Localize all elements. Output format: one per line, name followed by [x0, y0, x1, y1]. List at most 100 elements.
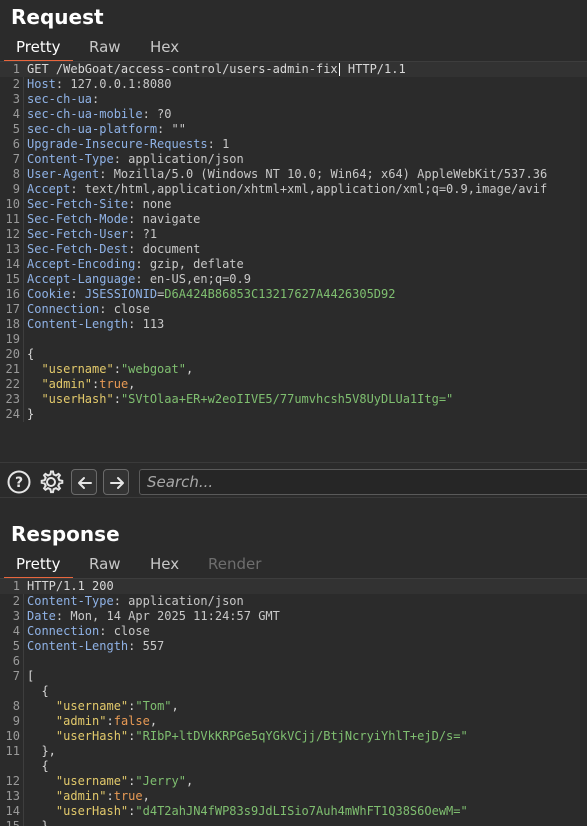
code-token: ,	[128, 377, 136, 391]
code-line[interactable]: 24}	[0, 407, 587, 422]
request-editor[interactable]: 1 GET /WebGoat/access-control/users-admin…	[0, 62, 587, 422]
code-token: Content-Length	[27, 639, 129, 653]
line-number: 5	[12, 639, 20, 653]
code-line[interactable]: 9 Accept: text/html,application/xhtml+xml…	[0, 182, 587, 197]
code-token: Sec-Fetch-Dest	[27, 242, 129, 256]
code-line[interactable]: 2 Content-Type: application/json	[0, 594, 587, 609]
line-content: "username":"webgoat",	[27, 362, 193, 377]
code-token: "Jerry"	[135, 774, 186, 788]
gear-icon[interactable]	[38, 469, 64, 495]
text-caret	[338, 63, 340, 76]
code-line[interactable]: 4 sec-ch-ua-mobile: ?0	[0, 107, 587, 122]
back-button[interactable]	[71, 469, 97, 495]
line-content: "username":"Tom",	[27, 699, 179, 714]
help-icon[interactable]: ?	[6, 469, 32, 495]
line-content: {	[27, 759, 49, 774]
request-tab-raw[interactable]: Raw	[89, 38, 121, 60]
code-line[interactable]: 12 Sec-Fetch-User: ?1	[0, 227, 587, 242]
code-line[interactable]: 3 sec-ch-ua:	[0, 92, 587, 107]
line-number: 22	[5, 377, 20, 391]
code-line[interactable]: 9 "admin":false,	[0, 714, 587, 729]
code-line[interactable]: 13 Sec-Fetch-Dest: document	[0, 242, 587, 257]
code-line[interactable]: 14 "userHash":"d4T2ahJN4fWP83s9JdLISio7A…	[0, 804, 587, 819]
code-line[interactable]: 5 sec-ch-ua-platform: ""	[0, 122, 587, 137]
code-line[interactable]: 7[	[0, 669, 587, 684]
code-line[interactable]: 19	[0, 332, 587, 347]
code-line[interactable]: 1 HTTP/1.1 200	[0, 579, 587, 594]
code-line[interactable]: 18 Content-Length: 113	[0, 317, 587, 332]
code-line[interactable]: 6 Upgrade-Insecure-Requests: 1	[0, 137, 587, 152]
code-token: {	[27, 759, 49, 773]
request-tab-hex[interactable]: Hex	[150, 38, 179, 60]
line-number: 23	[5, 392, 20, 406]
code-token: Content-Type	[27, 594, 114, 608]
code-line[interactable]: {	[0, 684, 587, 699]
code-token: "admin"	[41, 377, 93, 391]
response-tabs: Pretty Raw Hex Render	[0, 555, 587, 579]
line-content: sec-ch-ua-mobile: ?0	[27, 107, 172, 122]
forward-button[interactable]	[103, 469, 129, 495]
line-content: "userHash":"SVtOlaa+ER+w2eoIIVE5/77umvhc…	[27, 392, 453, 407]
line-number: 10	[5, 197, 20, 211]
line-number: 13	[5, 242, 20, 256]
code-line[interactable]: 21 "username":"webgoat",	[0, 362, 587, 377]
request-tabs: Pretty Raw Hex	[0, 38, 587, 62]
code-line[interactable]: 12 "username":"Jerry",	[0, 774, 587, 789]
search-input[interactable]	[140, 470, 587, 494]
code-line[interactable]: {	[0, 759, 587, 774]
code-line[interactable]: 10 "userHash":"RIbP+ltDVkKRPGe5qYGkVCjj/…	[0, 729, 587, 744]
code-line[interactable]: 4 Connection: close	[0, 624, 587, 639]
response-tab-raw[interactable]: Raw	[89, 555, 121, 577]
code-token: User-Agent	[27, 167, 100, 181]
code-token: Upgrade-Insecure-Requests	[27, 137, 208, 151]
code-line[interactable]: 2 Host: 127.0.0.1:8080	[0, 77, 587, 92]
code-token: false	[113, 714, 150, 728]
response-tab-render[interactable]: Render	[208, 555, 261, 577]
line-number: 7	[12, 152, 20, 166]
line-content: {	[27, 684, 48, 699]
code-line[interactable]: 17 Connection: close	[0, 302, 587, 317]
code-token: ,	[142, 789, 150, 803]
response-editor[interactable]: 1 HTTP/1.1 200 2 Content-Type: application/…	[0, 579, 587, 826]
code-line[interactable]: 20 {	[0, 347, 587, 362]
code-line[interactable]: 14 Accept-Encoding: gzip, deflate	[0, 257, 587, 272]
line-content: Host: 127.0.0.1:8080	[27, 77, 172, 92]
code-token: },	[27, 819, 56, 826]
code-line[interactable]: 16 Cookie: JSESSIONID=D6A424B86853C132176…	[0, 287, 587, 302]
code-token: :	[113, 362, 121, 376]
code-line[interactable]: 11 },	[0, 744, 587, 759]
code-line[interactable]: 13 "admin":true,	[0, 789, 587, 804]
code-line[interactable]: 10 Sec-Fetch-Site: none	[0, 197, 587, 212]
line-content: Content-Type: application/json	[27, 594, 244, 609]
request-tab-pretty[interactable]: Pretty	[4, 38, 72, 62]
code-token: "Tom"	[135, 699, 172, 713]
code-token: HTTP/1.1 200	[27, 579, 114, 593]
code-token: : ""	[157, 122, 186, 136]
code-token: :	[106, 714, 114, 728]
code-line[interactable]: 7 Content-Type: application/json	[0, 152, 587, 167]
line-content: sec-ch-ua-platform: ""	[27, 122, 186, 137]
code-line[interactable]: 22 "admin":true,	[0, 377, 587, 392]
code-line[interactable]: 23 "userHash":"SVtOlaa+ER+w2eoIIVE5/77um…	[0, 392, 587, 407]
code-line[interactable]: 8 "username":"Tom",	[0, 699, 587, 714]
request-title: Request	[11, 5, 104, 29]
response-tab-hex[interactable]: Hex	[150, 555, 179, 577]
code-token: : application/json	[113, 594, 244, 608]
code-line[interactable]: 15 },	[0, 819, 587, 826]
line-number: 24	[5, 407, 20, 421]
code-line[interactable]: 8 User-Agent: Mozilla/5.0 (Windows NT 10.…	[0, 167, 587, 182]
code-line[interactable]: 11 Sec-Fetch-Mode: navigate	[0, 212, 587, 227]
line-number: 1	[12, 62, 20, 76]
response-tab-pretty[interactable]: Pretty	[4, 555, 72, 579]
line-content: Connection: close	[27, 624, 150, 639]
code-line[interactable]: 1 GET /WebGoat/access-control/users-admin…	[0, 62, 587, 77]
line-number: 2	[12, 594, 20, 608]
code-line[interactable]: 6	[0, 654, 587, 669]
code-line[interactable]: 3 Date: Mon, 14 Apr 2025 11:24:57 GMT	[0, 609, 587, 624]
code-line[interactable]: 15 Accept-Language: en-US,en;q=0.9	[0, 272, 587, 287]
code-line[interactable]: 5 Content-Length: 557	[0, 639, 587, 654]
line-number: 4	[12, 624, 20, 638]
